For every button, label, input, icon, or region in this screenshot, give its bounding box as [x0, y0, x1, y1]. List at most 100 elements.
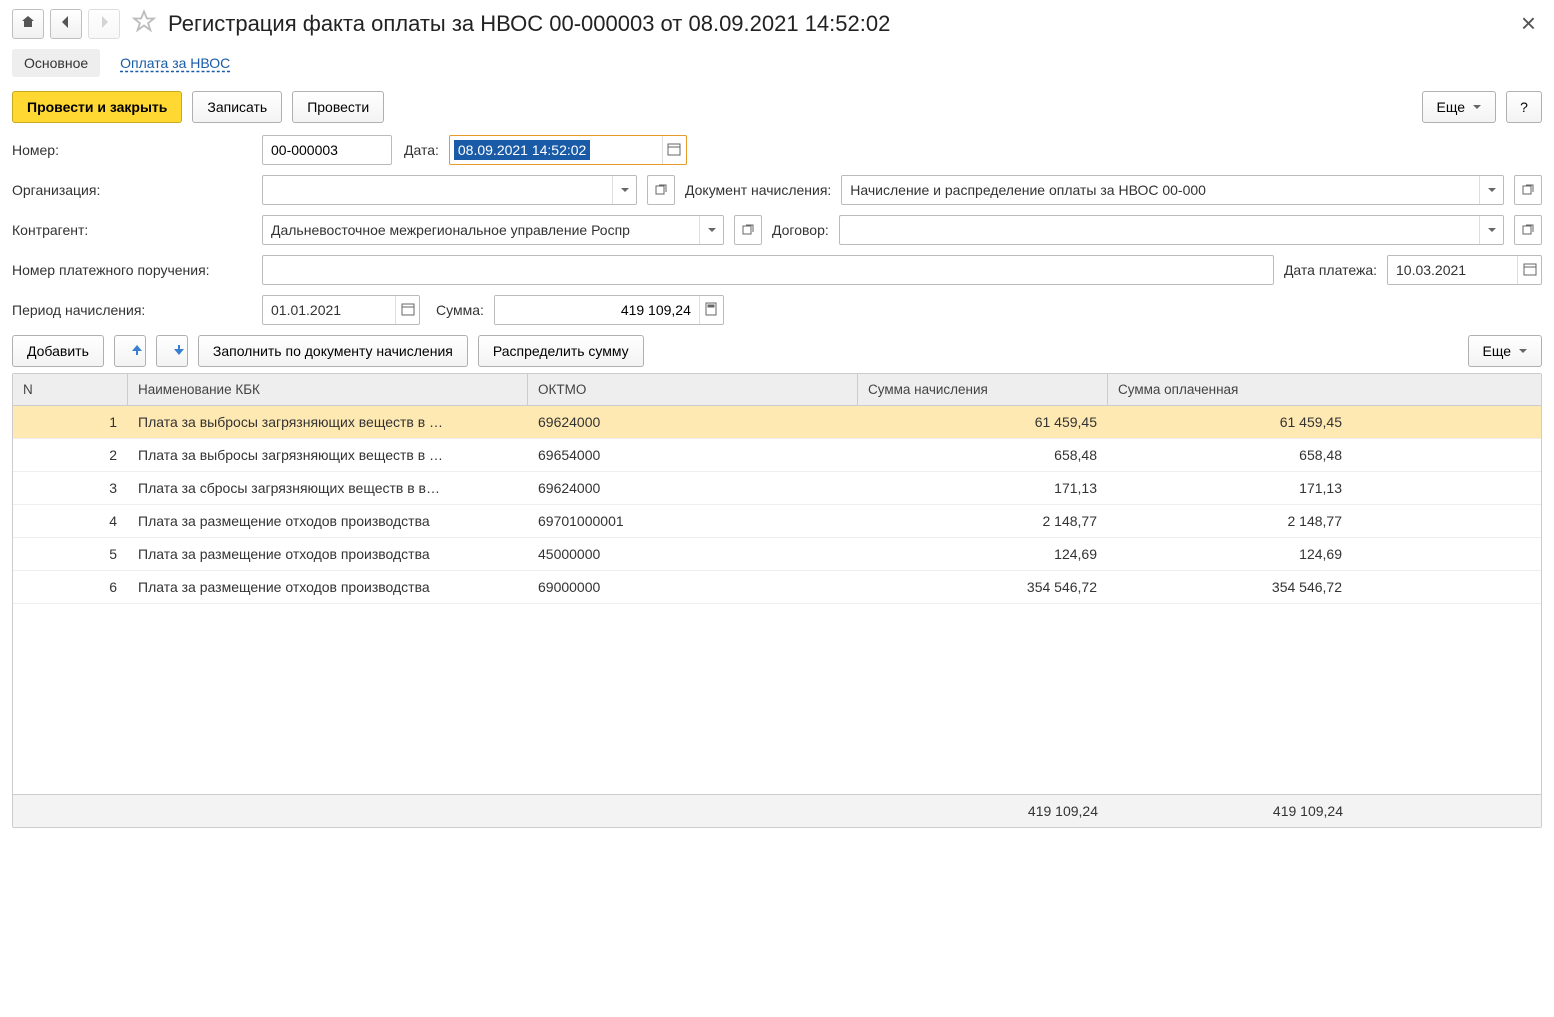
calendar-icon — [1523, 262, 1537, 279]
contract-dropdown-button[interactable] — [1479, 216, 1503, 244]
calculator-icon — [704, 302, 718, 319]
contract-label: Договор: — [772, 222, 829, 238]
period-label: Период начисления: — [12, 302, 252, 318]
move-up-button[interactable] — [114, 335, 146, 367]
table-row[interactable]: 3Плата за сбросы загрязняющих веществ в … — [13, 472, 1541, 505]
cell-sum-paid: 2 148,77 — [1108, 505, 1353, 537]
date-value: 08.09.2021 14:52:02 — [454, 140, 590, 160]
th-n[interactable]: N — [13, 374, 128, 405]
sum-calc-button[interactable] — [699, 296, 723, 324]
table-more-button[interactable]: Еще — [1468, 335, 1543, 367]
more-button[interactable]: Еще — [1422, 91, 1497, 123]
accrual-doc-label: Документ начисления: — [685, 182, 831, 198]
forward-button[interactable] — [88, 9, 120, 39]
home-button[interactable] — [12, 9, 44, 39]
cell-sum-accrual: 2 148,77 — [858, 505, 1108, 537]
organization-dropdown-button[interactable] — [612, 176, 636, 204]
sum-input[interactable] — [495, 296, 699, 324]
table-body[interactable]: 1Плата за выбросы загрязняющих веществ в… — [13, 406, 1541, 794]
paydate-calendar-button[interactable] — [1517, 256, 1541, 284]
cell-sum-accrual: 61 459,45 — [858, 406, 1108, 438]
counterparty-open-button[interactable] — [734, 215, 762, 245]
period-calendar-button[interactable] — [395, 296, 419, 324]
cell-n: 5 — [13, 538, 128, 570]
cell-oktmo: 69624000 — [528, 472, 858, 504]
payorder-input[interactable] — [262, 255, 1274, 285]
tab-main[interactable]: Основное — [12, 49, 100, 77]
table-row[interactable]: 1Плата за выбросы загрязняющих веществ в… — [13, 406, 1541, 439]
move-down-button[interactable] — [156, 335, 188, 367]
sum-label: Сумма: — [436, 302, 484, 318]
table-row[interactable]: 5Плата за размещение отходов производств… — [13, 538, 1541, 571]
cell-sum-paid: 171,13 — [1108, 472, 1353, 504]
help-button[interactable]: ? — [1506, 91, 1542, 123]
tab-nvos-link[interactable]: Оплата за НВОС — [108, 49, 242, 77]
counterparty-dropdown-button[interactable] — [699, 216, 723, 244]
th-sum-accrual[interactable]: Сумма начисления — [858, 374, 1108, 405]
table-row[interactable]: 6Плата за размещение отходов производств… — [13, 571, 1541, 604]
page-title: Регистрация факта оплаты за НВОС 00-0000… — [168, 11, 1515, 37]
accrual-doc-value[interactable]: Начисление и распределение оплаты за НВО… — [842, 182, 1479, 198]
cell-sum-accrual: 171,13 — [858, 472, 1108, 504]
arrow-down-icon — [171, 342, 187, 361]
date-label: Дата: — [404, 142, 439, 158]
post-and-close-button[interactable]: Провести и закрыть — [12, 91, 182, 123]
th-sum-paid[interactable]: Сумма оплаченная — [1108, 374, 1353, 405]
footer-sum-accrual: 419 109,24 — [858, 795, 1108, 827]
star-icon — [130, 24, 158, 39]
table-footer-row: 419 109,24 419 109,24 — [13, 794, 1541, 827]
cell-n: 3 — [13, 472, 128, 504]
accrual-doc-open-button[interactable] — [1514, 175, 1542, 205]
counterparty-value[interactable]: Дальневосточное межрегиональное управлен… — [263, 222, 699, 238]
arrow-left-icon — [58, 14, 74, 33]
th-name[interactable]: Наименование КБК — [128, 374, 528, 405]
home-icon — [20, 14, 36, 33]
calendar-icon — [667, 142, 681, 159]
cell-name: Плата за выбросы загрязняющих веществ в … — [128, 406, 528, 438]
distribute-sum-button[interactable]: Распределить сумму — [478, 335, 644, 367]
save-button[interactable]: Записать — [192, 91, 282, 123]
date-calendar-button[interactable] — [662, 136, 686, 164]
back-button[interactable] — [50, 9, 82, 39]
cell-sum-paid: 658,48 — [1108, 439, 1353, 471]
arrow-up-icon — [129, 342, 145, 361]
payorder-label: Номер платежного поручения: — [12, 262, 252, 278]
cell-sum-paid: 61 459,45 — [1108, 406, 1353, 438]
open-icon — [741, 222, 755, 239]
close-button[interactable]: × — [1515, 8, 1542, 39]
number-input[interactable] — [262, 135, 392, 165]
add-row-button[interactable]: Добавить — [12, 335, 104, 367]
cell-name: Плата за сбросы загрязняющих веществ в в… — [128, 472, 528, 504]
table-row[interactable]: 2Плата за выбросы загрязняющих веществ в… — [13, 439, 1541, 472]
cell-oktmo: 69624000 — [528, 406, 858, 438]
footer-sum-paid: 419 109,24 — [1108, 795, 1353, 827]
post-button[interactable]: Провести — [292, 91, 384, 123]
period-value[interactable]: 01.01.2021 — [263, 302, 395, 318]
cell-sum-accrual: 354 546,72 — [858, 571, 1108, 603]
chevron-down-icon — [1488, 188, 1496, 192]
favorite-star[interactable] — [130, 8, 158, 39]
organization-open-button[interactable] — [647, 175, 675, 205]
accrual-doc-dropdown-button[interactable] — [1479, 176, 1503, 204]
cell-sum-paid: 354 546,72 — [1108, 571, 1353, 603]
cell-n: 6 — [13, 571, 128, 603]
paydate-value[interactable]: 10.03.2021 — [1388, 262, 1517, 278]
cell-name: Плата за размещение отходов производства — [128, 538, 528, 570]
table-header-row: N Наименование КБК ОКТМО Сумма начислени… — [13, 374, 1541, 406]
cell-n: 1 — [13, 406, 128, 438]
th-oktmo[interactable]: ОКТМО — [528, 374, 858, 405]
cell-name: Плата за размещение отходов производства — [128, 505, 528, 537]
chevron-down-icon — [708, 228, 716, 232]
cell-sum-accrual: 124,69 — [858, 538, 1108, 570]
contract-open-button[interactable] — [1514, 215, 1542, 245]
chevron-down-icon — [1488, 228, 1496, 232]
cell-oktmo: 45000000 — [528, 538, 858, 570]
table-row[interactable]: 4Плата за размещение отходов производств… — [13, 505, 1541, 538]
cell-oktmo: 69000000 — [528, 571, 858, 603]
number-label: Номер: — [12, 142, 252, 158]
chevron-down-icon — [621, 188, 629, 192]
kbk-table: N Наименование КБК ОКТМО Сумма начислени… — [12, 373, 1542, 828]
fill-by-doc-button[interactable]: Заполнить по документу начисления — [198, 335, 468, 367]
date-input[interactable]: 08.09.2021 14:52:02 — [449, 135, 687, 165]
open-icon — [654, 182, 668, 199]
